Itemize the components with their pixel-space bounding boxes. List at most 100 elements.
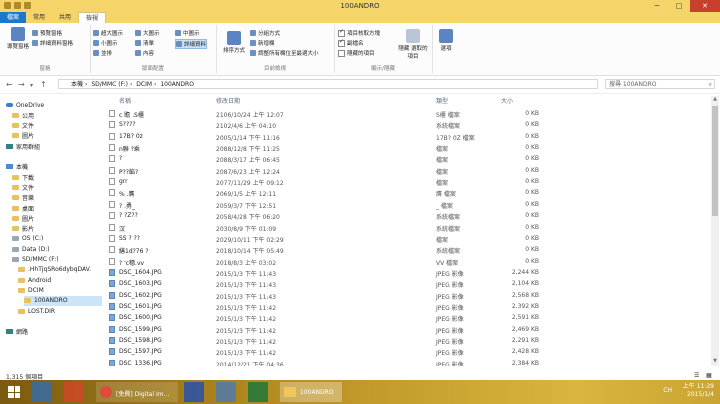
layout-tiles[interactable]: 並排: [93, 49, 112, 57]
nav-item[interactable]: 影片: [12, 224, 34, 234]
back-button[interactable]: ←: [6, 80, 13, 89]
excel-taskbar-icon[interactable]: [248, 382, 268, 402]
nav-item[interactable]: 本機: [6, 162, 28, 172]
nav-item[interactable]: .HhTjqSRo6dybqDAV.: [18, 265, 91, 275]
minimize-button[interactable]: ─: [646, 0, 668, 12]
word-taskbar-icon[interactable]: [184, 382, 204, 402]
column-header-type[interactable]: 類型: [436, 96, 448, 107]
forward-button[interactable]: →: [18, 80, 25, 89]
recent-locations-icon[interactable]: ▾: [30, 82, 33, 89]
column-header-size[interactable]: 大小: [501, 96, 513, 107]
file-row[interactable]: 汉 2030/8/9 下午 01:09 系統檔案 0 KB: [106, 222, 710, 233]
breadcrumb[interactable]: 本機 › SD/MMC (F:) › DCIM › 100ANDRO: [58, 79, 598, 89]
file-row[interactable]: ? .勇_ 2059/3/7 下午 12:51 _ 檔案 0 KB: [106, 199, 710, 210]
nav-item[interactable]: 桌面: [12, 203, 34, 213]
breadcrumb-item[interactable]: 本機: [71, 81, 83, 88]
breadcrumb-item[interactable]: DCIM: [136, 81, 152, 88]
file-row[interactable]: 繕1d?76 ? 2018/10/14 下午 05:49 系統檔案 0 KB: [106, 244, 710, 255]
nav-item[interactable]: SD/MMC (F:): [12, 255, 59, 265]
close-button[interactable]: ✕: [690, 0, 720, 12]
vertical-scrollbar[interactable]: ▲ ▼: [711, 96, 719, 366]
nav-item[interactable]: 100ANDRO: [24, 295, 102, 306]
details-pane-button[interactable]: 詳細資料窗格: [32, 39, 73, 47]
file-row[interactable]: ? 'c穗.vv 2018/8/3 上午 03:02 VV 檔案 0 KB: [106, 256, 710, 267]
nav-item[interactable]: 文件: [12, 182, 34, 192]
explorer-taskbar-button[interactable]: 100ANDRO: [280, 382, 342, 402]
file-row[interactable]: DSC_1598.JPG 2015/1/3 下午 11:42 JPEG 影像 2,29…: [106, 335, 710, 346]
tab-home[interactable]: 常用: [26, 12, 52, 23]
hide-selected-button[interactable]: 隱藏 選取的項目: [396, 29, 430, 60]
nav-item[interactable]: OneDrive: [6, 100, 44, 110]
file-row[interactable]: n聯 ?乘 2088/12/8 下午 11:25 檔案 0 KB: [106, 142, 710, 153]
app-taskbar-icon[interactable]: [216, 382, 236, 402]
nav-item[interactable]: DCIM: [18, 285, 44, 295]
layout-content[interactable]: 內容: [135, 49, 154, 57]
breadcrumb-item[interactable]: SD/MMC (F:): [91, 81, 128, 88]
file-row[interactable]: c 瞻 .S櫃 2106/10/24 上午 12:07 S櫃 檔案 0 KB: [106, 108, 710, 119]
layout-small[interactable]: 小圖示: [93, 39, 118, 47]
item-checkboxes-toggle[interactable]: 項目核取方塊: [338, 28, 380, 37]
nav-item[interactable]: 音樂: [12, 193, 34, 203]
ie-taskbar-icon[interactable]: [32, 382, 52, 402]
tab-share[interactable]: 共用: [52, 12, 78, 23]
layout-large[interactable]: 大圖示: [135, 29, 160, 37]
file-row[interactable]: grr 2077/11/29 上午 09:12 檔案 0 KB: [106, 176, 710, 187]
sort-by-button[interactable]: 排序方式: [220, 31, 248, 54]
maximize-button[interactable]: □: [668, 0, 690, 12]
nav-item[interactable]: 網路: [6, 327, 28, 337]
file-row[interactable]: S???? 2102/4/6 上午 04:10 系統檔案 0 KB: [106, 119, 710, 130]
up-button[interactable]: ↑: [40, 80, 47, 89]
nav-item[interactable]: 公用: [12, 110, 34, 120]
file-row[interactable]: P??餡? 2087/6/23 上午 12:24 檔案 0 KB: [106, 165, 710, 176]
nav-item[interactable]: 下載: [12, 172, 34, 182]
nav-item[interactable]: LOST.DIR: [18, 306, 55, 316]
file-row[interactable]: DSC_1601.JPG 2015/1/3 下午 11:42 JPEG 影像 2,39…: [106, 301, 710, 312]
group-by-button[interactable]: 分組方式: [250, 29, 280, 37]
hidden-items-toggle[interactable]: 隱藏的項目: [338, 49, 375, 57]
nav-item[interactable]: OS (C:): [12, 234, 43, 244]
options-button[interactable]: 選項: [436, 29, 456, 52]
system-tray[interactable]: CH: [663, 387, 672, 394]
scrollbar-thumb[interactable]: [712, 106, 718, 216]
layout-details[interactable]: 詳細資料: [175, 39, 208, 49]
layout-extra-large[interactable]: 超大圖示: [93, 29, 123, 37]
nav-item[interactable]: Data (D:): [12, 244, 50, 254]
app-taskbar-icon[interactable]: [64, 382, 84, 402]
navigation-pane-button[interactable]: 導覽窗格: [3, 27, 33, 50]
nav-item[interactable]: 家用群組: [6, 141, 40, 151]
fit-columns-button[interactable]: 調整所有欄位至最適大小: [250, 49, 319, 57]
start-button[interactable]: [8, 386, 20, 398]
nav-item[interactable]: Android: [18, 275, 51, 285]
large-icons-view-icon[interactable]: ▦: [706, 372, 712, 379]
layout-medium[interactable]: 中圖示: [175, 29, 200, 37]
file-row[interactable]: SS ? ?? 2029/10/11 下午 02:29 檔案 0 KB: [106, 233, 710, 244]
tab-file[interactable]: 檔案: [0, 12, 27, 23]
file-row[interactable]: 17B? 0z 2005/1/14 下午 11:16 17B? 0Z 檔案 0 KB: [106, 131, 710, 142]
file-row[interactable]: DSC_1597.JPG 2015/1/3 下午 11:42 JPEG 影像 2,42…: [106, 346, 710, 357]
chrome-taskbar-button[interactable]: [免費] Digital Im...: [96, 382, 178, 402]
column-header-date[interactable]: 修改日期: [216, 96, 240, 107]
file-row[interactable]: DSC_1599.JPG 2015/1/3 下午 11:42 JPEG 影像 2,46…: [106, 324, 710, 335]
scroll-up-icon[interactable]: ▲: [711, 96, 719, 104]
details-view-icon[interactable]: ☰: [694, 372, 699, 379]
file-row[interactable]: ? 2088/3/17 上午 06:45 檔案 0 KB: [106, 153, 710, 164]
breadcrumb-item[interactable]: 100ANDRO: [160, 81, 194, 88]
layout-list[interactable]: 清單: [135, 39, 154, 47]
add-columns-button[interactable]: 新增欄: [250, 39, 275, 47]
search-input[interactable]: 搜尋 100ANDRO ⌕: [605, 79, 715, 89]
column-header-name[interactable]: 名稱: [119, 96, 131, 107]
file-row[interactable]: DSC_1336.JPG 2014/12/21 下午 04:36 JPEG 影像 2,…: [106, 358, 710, 366]
file-extensions-toggle[interactable]: 副檔名: [338, 38, 364, 47]
preview-pane-button[interactable]: 預覽窗格: [32, 29, 62, 37]
file-row[interactable]: ? ?Z?? 2058/4/28 下午 06:20 系統檔案 0 KB: [106, 210, 710, 221]
file-row[interactable]: DSC_1604.JPG 2015/1/3 下午 11:43 JPEG 影像 2,24…: [106, 267, 710, 278]
nav-item[interactable]: 圖片: [12, 213, 34, 223]
scroll-down-icon[interactable]: ▼: [711, 358, 719, 366]
nav-item[interactable]: 圖片: [12, 131, 34, 141]
file-row[interactable]: DSC_1600.JPG 2015/1/3 下午 11:42 JPEG 影像 2,59…: [106, 312, 710, 323]
file-row[interactable]: % .膺 2069/1/5 上午 12:11 膺 檔案 0 KB: [106, 187, 710, 198]
tab-view[interactable]: 檢視: [78, 12, 107, 23]
file-row[interactable]: DSC_1602.JPG 2015/1/3 下午 11:43 JPEG 影像 2,56…: [106, 290, 710, 301]
file-row[interactable]: DSC_1603.JPG 2015/1/3 下午 11:43 JPEG 影像 2,10…: [106, 278, 710, 289]
clock[interactable]: 上午 11:29 2015/1/4: [683, 383, 714, 399]
